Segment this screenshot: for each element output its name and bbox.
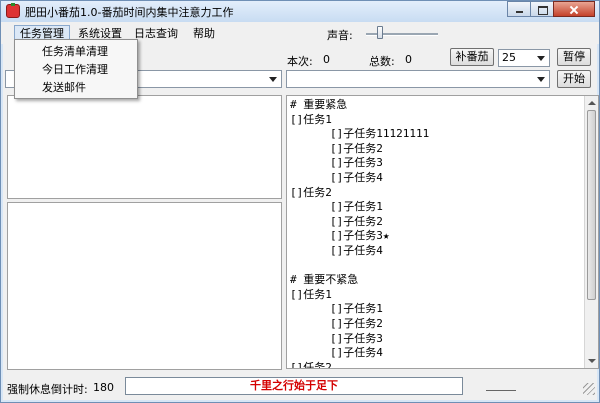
task-tree-item[interactable]: []子任务2 — [290, 317, 580, 332]
task-category-heading[interactable]: # 重要不紧急 — [290, 273, 580, 288]
task-input-combo[interactable] — [286, 70, 550, 88]
task-list-pane[interactable]: # 重要紧急 []任务1 []子任务11121111 []子任务2 []子任务3 []子任… — [286, 95, 599, 369]
pause-button[interactable]: 暂停 — [557, 48, 591, 66]
total-value: 0 — [405, 53, 412, 66]
task-tree-item[interactable]: []子任务2 — [290, 215, 580, 230]
task-tree-item[interactable]: []子任务11121111 — [290, 127, 580, 142]
title-bar[interactable]: 肥田小番茄1.0-番茄时间内集中注意力工作 — [1, 1, 599, 22]
close-button[interactable] — [553, 1, 595, 17]
task-tree-item[interactable]: []子任务3★ — [290, 229, 580, 244]
task-tree[interactable]: # 重要紧急 []任务1 []子任务11121111 []子任务2 []子任务3 []子任… — [290, 98, 580, 368]
window-controls — [507, 1, 595, 19]
task-tree-item[interactable]: []子任务1 — [290, 302, 580, 317]
chevron-down-icon — [537, 56, 545, 61]
task-tree-item[interactable]: []子任务1 — [290, 200, 580, 215]
volume-label: 声音: — [327, 29, 353, 42]
total-label: 总数: — [369, 55, 395, 68]
menu-item-clear-today-work[interactable]: 今日工作清理 — [16, 61, 136, 79]
tomato-app-icon — [6, 3, 20, 18]
task-management-dropdown: 任务清单清理 今日工作清理 发送邮件 — [14, 39, 138, 99]
window-title: 肥田小番茄1.0-番茄时间内集中注意力工作 — [25, 6, 234, 19]
task-category-heading[interactable]: # 重要紧急 — [290, 98, 580, 113]
resize-grip-icon[interactable] — [583, 383, 595, 395]
volume-slider-thumb[interactable] — [377, 26, 383, 39]
maximize-button[interactable] — [530, 1, 554, 17]
rest-countdown-value: 180 — [93, 381, 114, 394]
start-button[interactable]: 开始 — [557, 70, 591, 88]
task-tree-item[interactable]: []子任务4 — [290, 244, 580, 259]
motto-text: 千里之行始于足下 — [125, 377, 463, 395]
task-tree-item[interactable]: []子任务3 — [290, 156, 580, 171]
mini-progress-line — [486, 386, 516, 391]
minimize-button[interactable] — [507, 1, 531, 17]
scroll-thumb[interactable] — [587, 110, 596, 300]
task-tree-item[interactable]: []任务2 — [290, 361, 580, 368]
left-upper-pane[interactable] — [7, 95, 282, 199]
menu-item-send-email[interactable]: 发送邮件 — [16, 79, 136, 97]
scroll-up-icon[interactable] — [588, 101, 596, 105]
minutes-select[interactable]: 25 — [498, 49, 550, 67]
task-tree-item[interactable]: []子任务2 — [290, 142, 580, 157]
this-time-value: 0 — [323, 53, 330, 66]
task-tree-item[interactable]: []任务1 — [290, 288, 580, 303]
app-window: 肥田小番茄1.0-番茄时间内集中注意力工作 任务管理 系统设置 日志查询 帮助 … — [0, 0, 600, 403]
this-time-label: 本次: — [287, 55, 313, 68]
task-tree-item[interactable]: []子任务4 — [290, 171, 580, 186]
vertical-scrollbar[interactable] — [584, 96, 598, 368]
menu-help[interactable]: 帮助 — [188, 25, 220, 42]
chevron-down-icon — [537, 77, 545, 82]
supplement-tomato-button[interactable]: 补番茄 — [450, 48, 494, 66]
task-tree-item[interactable]: []子任务4 — [290, 346, 580, 361]
status-bar: 强制休息倒计时: 180 千里之行始于足下 — [3, 377, 597, 397]
task-tree-item[interactable]: []任务1 — [290, 113, 580, 128]
left-lower-pane[interactable] — [7, 202, 282, 370]
chevron-down-icon — [269, 77, 277, 82]
task-tree-item[interactable]: []子任务3 — [290, 332, 580, 347]
rest-countdown-label: 强制休息倒计时: — [7, 383, 88, 396]
scroll-down-icon[interactable] — [588, 359, 596, 363]
menu-item-clear-task-list[interactable]: 任务清单清理 — [16, 43, 136, 61]
task-tree-item[interactable]: []任务2 — [290, 186, 580, 201]
minutes-value: 25 — [502, 51, 516, 64]
